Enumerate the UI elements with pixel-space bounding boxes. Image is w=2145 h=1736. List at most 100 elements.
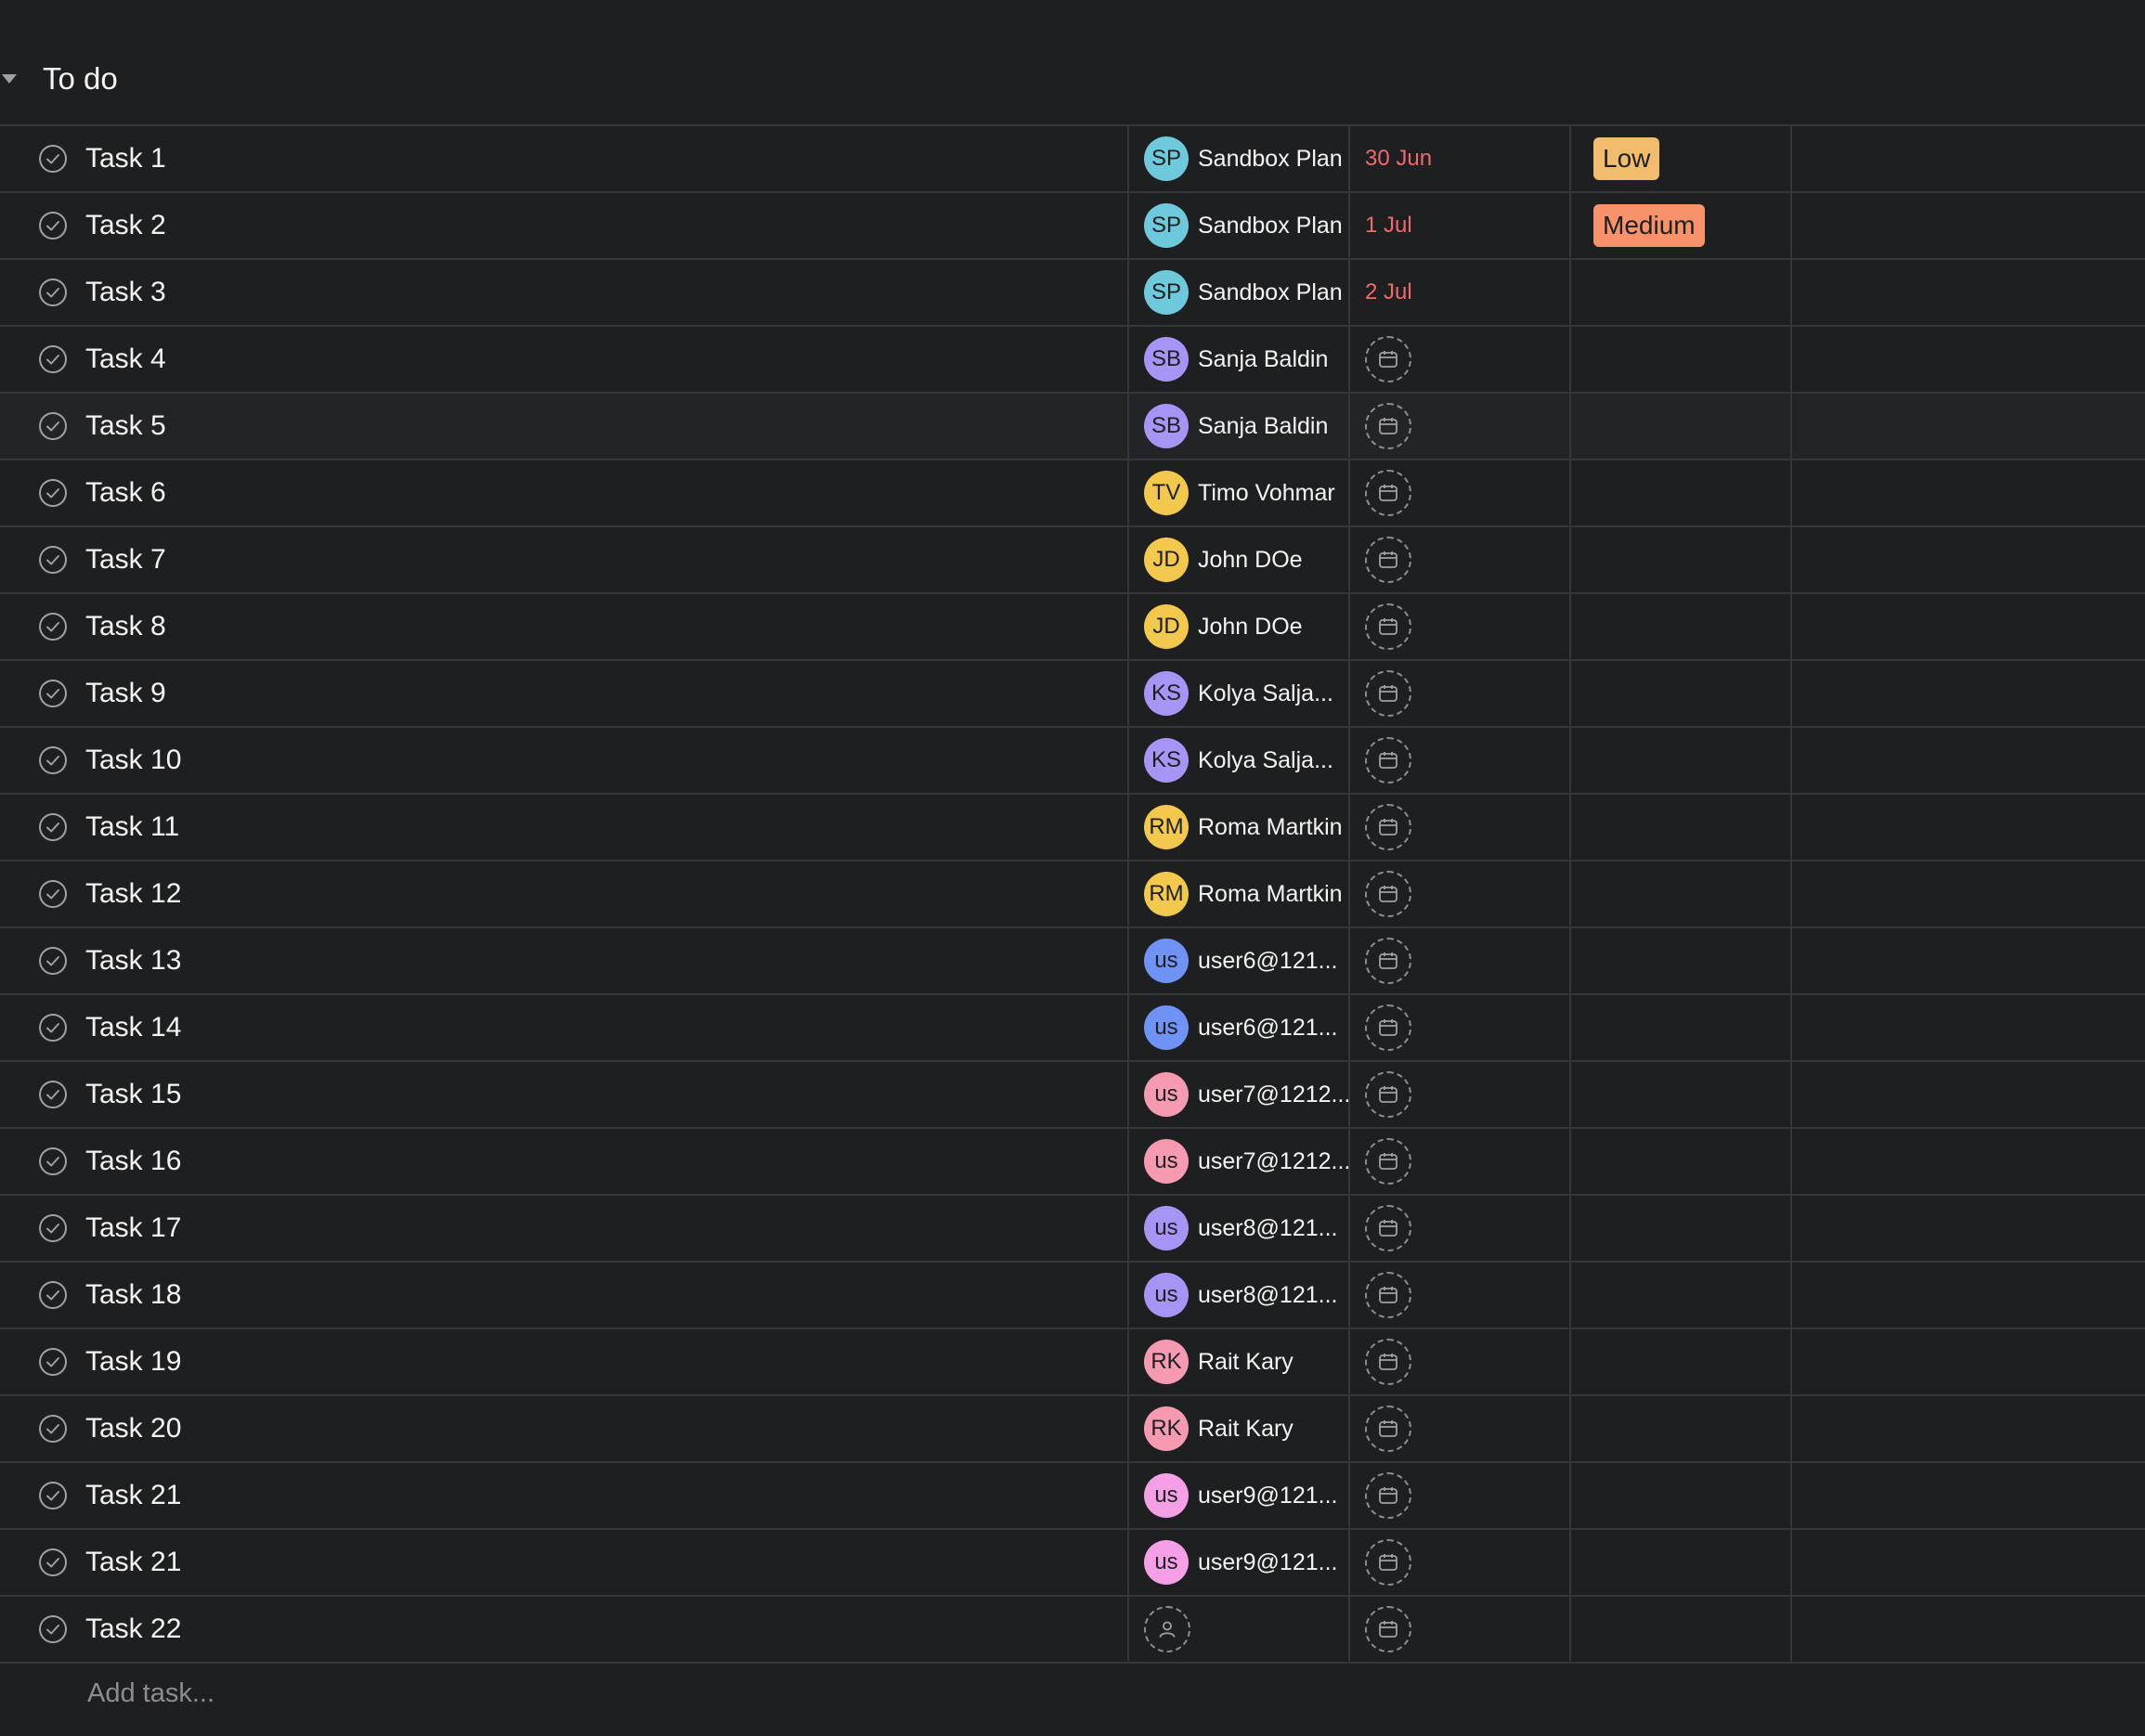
assignee-cell[interactable]: us user8@121... — [1127, 1263, 1348, 1328]
task-row[interactable]: Task 14 us user6@121... — [0, 995, 2145, 1062]
task-name[interactable]: Task 12 — [85, 862, 181, 926]
task-name[interactable]: Task 2 — [85, 193, 166, 258]
task-name-cell[interactable]: Task 10 — [0, 728, 1127, 793]
add-task-button[interactable]: Add task... — [87, 1678, 214, 1709]
calendar-icon[interactable] — [1365, 1004, 1411, 1051]
empty-cell[interactable] — [1790, 1263, 2145, 1328]
task-name[interactable]: Task 22 — [85, 1597, 181, 1662]
task-name-cell[interactable]: Task 14 — [0, 995, 1127, 1060]
checkmark-circle-icon[interactable] — [38, 1147, 68, 1176]
task-name[interactable]: Task 20 — [85, 1396, 181, 1461]
priority-cell[interactable]: Medium — [1569, 193, 1790, 258]
assignee-cell[interactable]: SP Sandbox Plan — [1127, 193, 1348, 258]
task-name-cell[interactable]: Task 15 — [0, 1062, 1127, 1127]
due-date-cell[interactable] — [1348, 594, 1569, 659]
task-row[interactable]: Task 12 RM Roma Martkin — [0, 862, 2145, 928]
task-name-cell[interactable]: Task 1 — [0, 126, 1127, 191]
priority-cell[interactable] — [1569, 1463, 1790, 1528]
task-name-cell[interactable]: Task 4 — [0, 327, 1127, 392]
calendar-icon[interactable] — [1365, 1606, 1411, 1652]
assignee-cell[interactable]: us user9@121... — [1127, 1530, 1348, 1595]
priority-cell[interactable] — [1569, 1062, 1790, 1127]
assignee-cell[interactable]: SB Sanja Baldin — [1127, 394, 1348, 459]
assignee-cell[interactable]: us user6@121... — [1127, 995, 1348, 1060]
priority-cell[interactable] — [1569, 1597, 1790, 1662]
calendar-icon[interactable] — [1365, 1071, 1411, 1118]
task-name[interactable]: Task 19 — [85, 1329, 181, 1394]
checkmark-circle-icon[interactable] — [38, 478, 68, 508]
empty-cell[interactable] — [1790, 995, 2145, 1060]
task-name[interactable]: Task 3 — [85, 260, 166, 325]
checkmark-circle-icon[interactable] — [38, 679, 68, 708]
empty-cell[interactable] — [1790, 1530, 2145, 1595]
checkmark-circle-icon[interactable] — [38, 1414, 68, 1444]
due-date-cell[interactable] — [1348, 661, 1569, 726]
task-name[interactable]: Task 5 — [85, 394, 166, 459]
checkmark-circle-icon[interactable] — [38, 612, 68, 641]
empty-cell[interactable] — [1790, 1396, 2145, 1461]
due-date-cell[interactable] — [1348, 862, 1569, 926]
due-date-cell[interactable]: 30 Jun — [1348, 126, 1569, 191]
task-row[interactable]: Task 16 us user7@1212... — [0, 1129, 2145, 1196]
empty-cell[interactable] — [1790, 795, 2145, 860]
calendar-icon[interactable] — [1365, 670, 1411, 717]
task-name-cell[interactable]: Task 17 — [0, 1196, 1127, 1261]
task-row[interactable]: Task 19 RK Rait Kary — [0, 1329, 2145, 1396]
priority-cell[interactable] — [1569, 1329, 1790, 1394]
empty-cell[interactable] — [1790, 1062, 2145, 1127]
priority-cell[interactable]: Low — [1569, 126, 1790, 191]
checkmark-circle-icon[interactable] — [38, 946, 68, 976]
task-name-cell[interactable]: Task 3 — [0, 260, 1127, 325]
checkmark-circle-icon[interactable] — [38, 745, 68, 775]
due-date-cell[interactable] — [1348, 1463, 1569, 1528]
assignee-cell[interactable]: SB Sanja Baldin — [1127, 327, 1348, 392]
due-date-cell[interactable] — [1348, 1329, 1569, 1394]
task-name[interactable]: Task 10 — [85, 728, 181, 793]
priority-cell[interactable] — [1569, 661, 1790, 726]
due-date-cell[interactable] — [1348, 460, 1569, 525]
task-row[interactable]: Task 21 us user9@121... — [0, 1530, 2145, 1597]
assignee-cell[interactable]: SP Sandbox Plan — [1127, 126, 1348, 191]
task-name[interactable]: Task 17 — [85, 1196, 181, 1261]
task-name-cell[interactable]: Task 12 — [0, 862, 1127, 926]
priority-cell[interactable] — [1569, 394, 1790, 459]
calendar-icon[interactable] — [1365, 1205, 1411, 1251]
priority-cell[interactable] — [1569, 260, 1790, 325]
task-row[interactable]: Task 22 — [0, 1597, 2145, 1664]
task-name[interactable]: Task 21 — [85, 1530, 181, 1595]
calendar-icon[interactable] — [1365, 1272, 1411, 1318]
assignee-cell[interactable]: SP Sandbox Plan — [1127, 260, 1348, 325]
task-name-cell[interactable]: Task 7 — [0, 527, 1127, 592]
empty-cell[interactable] — [1790, 126, 2145, 191]
task-name[interactable]: Task 1 — [85, 126, 166, 191]
checkmark-circle-icon[interactable] — [38, 1280, 68, 1310]
empty-cell[interactable] — [1790, 1463, 2145, 1528]
due-date-cell[interactable] — [1348, 1196, 1569, 1261]
task-name[interactable]: Task 7 — [85, 527, 166, 592]
priority-cell[interactable] — [1569, 327, 1790, 392]
task-name-cell[interactable]: Task 21 — [0, 1463, 1127, 1528]
task-name-cell[interactable]: Task 16 — [0, 1129, 1127, 1194]
section-title[interactable]: To do — [43, 59, 118, 98]
calendar-icon[interactable] — [1365, 1472, 1411, 1519]
checkmark-circle-icon[interactable] — [38, 211, 68, 240]
caret-down-icon[interactable] — [2, 74, 17, 84]
task-row[interactable]: Task 6 TV Timo Vohmar — [0, 460, 2145, 527]
task-name-cell[interactable]: Task 5 — [0, 394, 1127, 459]
due-date-cell[interactable] — [1348, 394, 1569, 459]
task-name-cell[interactable]: Task 21 — [0, 1530, 1127, 1595]
priority-cell[interactable] — [1569, 1196, 1790, 1261]
due-date-cell[interactable] — [1348, 728, 1569, 793]
task-row[interactable]: Task 20 RK Rait Kary — [0, 1396, 2145, 1463]
calendar-icon[interactable] — [1365, 470, 1411, 516]
task-name[interactable]: Task 16 — [85, 1129, 181, 1194]
task-name[interactable]: Task 11 — [85, 795, 179, 860]
empty-cell[interactable] — [1790, 862, 2145, 926]
empty-cell[interactable] — [1790, 661, 2145, 726]
task-row[interactable]: Task 10 KS Kolya Salja... — [0, 728, 2145, 795]
empty-cell[interactable] — [1790, 594, 2145, 659]
empty-cell[interactable] — [1790, 260, 2145, 325]
empty-cell[interactable] — [1790, 1196, 2145, 1261]
calendar-icon[interactable] — [1365, 938, 1411, 984]
assignee-cell[interactable]: RM Roma Martkin — [1127, 795, 1348, 860]
